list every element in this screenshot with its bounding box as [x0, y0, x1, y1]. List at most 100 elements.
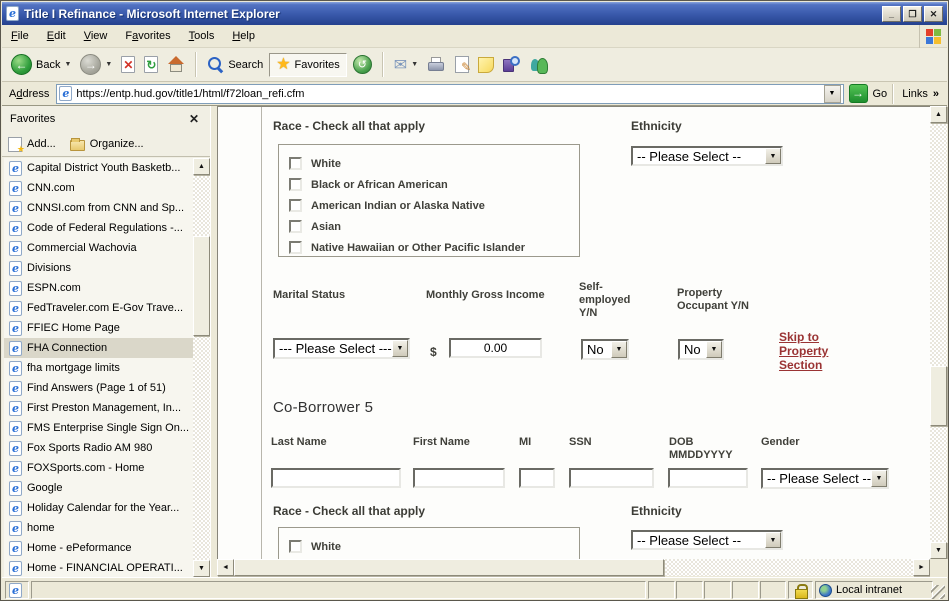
favorites-list-item[interactable]: FOXSports.com - Home: [4, 458, 193, 478]
scroll-up-icon[interactable]: ▲: [193, 158, 210, 175]
race-checkbox[interactable]: [289, 540, 302, 553]
links-toolbar[interactable]: Links »: [899, 88, 942, 100]
forward-button[interactable]: → ▼: [77, 52, 115, 77]
favorites-list-item[interactable]: Find Answers (Page 1 of 51): [4, 378, 193, 398]
organize-favorites-button[interactable]: Organize...: [70, 137, 144, 151]
race-checkbox[interactable]: [289, 178, 302, 191]
search-button[interactable]: Search: [204, 54, 266, 75]
dob-input[interactable]: [668, 468, 748, 488]
scroll-down-icon[interactable]: ▼: [930, 542, 947, 559]
stop-icon: ✕: [121, 56, 135, 73]
favorites-list-item[interactable]: Capital District Youth Basketb...: [4, 158, 193, 178]
marital-status-select[interactable]: --- Please Select --- ▼: [273, 338, 410, 359]
favorites-scrollbar[interactable]: ▲ ▼: [193, 158, 210, 577]
back-dropdown-caret[interactable]: ▼: [64, 61, 71, 68]
favorites-list-item[interactable]: FFIEC Home Page: [4, 318, 193, 338]
favorites-list-item[interactable]: First Preston Management, In...: [4, 398, 193, 418]
menu-view[interactable]: View: [75, 26, 117, 46]
maximize-button[interactable]: ❐: [903, 6, 922, 22]
favorites-list-item[interactable]: FHA Connection: [4, 338, 193, 358]
home-button[interactable]: [164, 54, 188, 75]
scroll-left-icon[interactable]: ◄: [217, 559, 234, 576]
resize-grip[interactable]: [931, 585, 945, 599]
back-button[interactable]: ← Back ▼: [8, 52, 74, 77]
property-occupant-select[interactable]: No ▼: [678, 339, 724, 360]
menu-file[interactable]: File: [2, 26, 38, 46]
minimize-button[interactable]: _: [882, 6, 901, 22]
scroll-down-icon[interactable]: ▼: [193, 560, 210, 577]
print-button[interactable]: [424, 55, 449, 75]
menu-help[interactable]: Help: [223, 26, 264, 46]
favorites-list-item[interactable]: Home - ePeformance: [4, 538, 193, 558]
mi-input[interactable]: [519, 468, 555, 488]
ie-page-icon: [59, 86, 72, 101]
sidebar-resize-handle[interactable]: [210, 106, 217, 577]
forward-dropdown-caret[interactable]: ▼: [105, 61, 112, 68]
messenger-button[interactable]: [526, 55, 551, 75]
mail-icon: ✉: [394, 55, 407, 75]
menu-favorites[interactable]: Favorites: [116, 26, 179, 46]
favorites-close-icon[interactable]: ✕: [186, 112, 202, 126]
favorites-list-item[interactable]: CNN.com: [4, 178, 193, 198]
self-employed-select[interactable]: No ▼: [581, 339, 629, 360]
ethnicity-select-2[interactable]: -- Please Select -- ▼: [631, 530, 783, 550]
favorites-list-item[interactable]: Holiday Calendar for the Year...: [4, 498, 193, 518]
edit-button[interactable]: [452, 54, 472, 75]
income-input[interactable]: [449, 338, 542, 358]
scroll-up-icon[interactable]: ▲: [930, 106, 947, 123]
go-button[interactable]: →: [849, 84, 868, 103]
dropdown-arrow-icon[interactable]: ▼: [611, 341, 627, 358]
stop-button[interactable]: ✕: [118, 54, 138, 75]
dropdown-arrow-icon[interactable]: ▼: [765, 532, 781, 548]
favorites-list-item[interactable]: Commercial Wachovia: [4, 238, 193, 258]
dropdown-arrow-icon[interactable]: ▼: [392, 340, 408, 357]
dropdown-arrow-icon[interactable]: ▼: [871, 470, 887, 487]
history-button[interactable]: ↺: [350, 53, 375, 76]
favorites-list-item[interactable]: Google: [4, 478, 193, 498]
favorites-list-item[interactable]: fha mortgage limits: [4, 358, 193, 378]
last-name-input[interactable]: [271, 468, 401, 488]
favorites-button[interactable]: ★ Favorites: [269, 53, 347, 77]
go-label[interactable]: Go: [873, 88, 888, 100]
favorites-list-item[interactable]: Fox Sports Radio AM 980: [4, 438, 193, 458]
address-url[interactable]: https://entp.hud.gov/title1/html/f72loan…: [76, 88, 304, 100]
ethnicity-select[interactable]: -- Please Select -- ▼: [631, 146, 783, 166]
discuss-button[interactable]: [475, 55, 497, 75]
race-checkbox[interactable]: [289, 157, 302, 170]
dropdown-arrow-icon[interactable]: ▼: [765, 148, 781, 164]
menu-edit[interactable]: Edit: [38, 26, 75, 46]
mail-button[interactable]: ✉ ▼: [391, 53, 421, 77]
skip-to-property-link[interactable]: Skip to Property Section: [779, 330, 867, 372]
links-chevron-icon[interactable]: »: [933, 88, 939, 100]
gender-select[interactable]: -- Please Select -- ▼: [761, 468, 889, 489]
favorites-list-item[interactable]: FedTraveler.com E-Gov Trave...: [4, 298, 193, 318]
horizontal-scrollbar-thumb[interactable]: [234, 559, 664, 576]
address-input[interactable]: https://entp.hud.gov/title1/html/f72loan…: [56, 84, 843, 104]
research-button[interactable]: [500, 54, 523, 75]
dropdown-arrow-icon[interactable]: ▼: [706, 341, 722, 358]
first-name-input[interactable]: [413, 468, 505, 488]
favorites-list-item[interactable]: ESPN.com: [4, 278, 193, 298]
race-checkbox[interactable]: [289, 220, 302, 233]
scroll-right-icon[interactable]: ►: [913, 559, 930, 576]
favorites-list-item[interactable]: Home - FINANCIAL OPERATI...: [4, 558, 193, 577]
add-favorite-button[interactable]: Add...: [8, 137, 56, 152]
favorites-list-item[interactable]: CNNSI.com from CNN and Sp...: [4, 198, 193, 218]
status-pane-2: [676, 581, 703, 599]
ssn-input[interactable]: [569, 468, 654, 488]
vertical-scrollbar-thumb[interactable]: [930, 366, 947, 426]
menu-tools[interactable]: Tools: [180, 26, 224, 46]
mail-dropdown-caret[interactable]: ▼: [411, 61, 418, 68]
address-dropdown-button[interactable]: ▼: [824, 85, 841, 103]
race-checkbox[interactable]: [289, 241, 302, 254]
favorites-list-item[interactable]: Code of Federal Regulations -...: [4, 218, 193, 238]
close-button[interactable]: ✕: [924, 6, 943, 22]
favorites-list-item[interactable]: home: [4, 518, 193, 538]
race-checkbox[interactable]: [289, 199, 302, 212]
favorites-list-item[interactable]: FMS Enterprise Single Sign On...: [4, 418, 193, 438]
refresh-button[interactable]: ↻: [141, 54, 161, 75]
page-vertical-scrollbar[interactable]: ▲ ▼: [930, 106, 947, 559]
favorites-list-item[interactable]: Divisions: [4, 258, 193, 278]
favorites-scrollbar-thumb[interactable]: [193, 236, 210, 336]
page-horizontal-scrollbar[interactable]: ◄ ►: [217, 559, 930, 576]
